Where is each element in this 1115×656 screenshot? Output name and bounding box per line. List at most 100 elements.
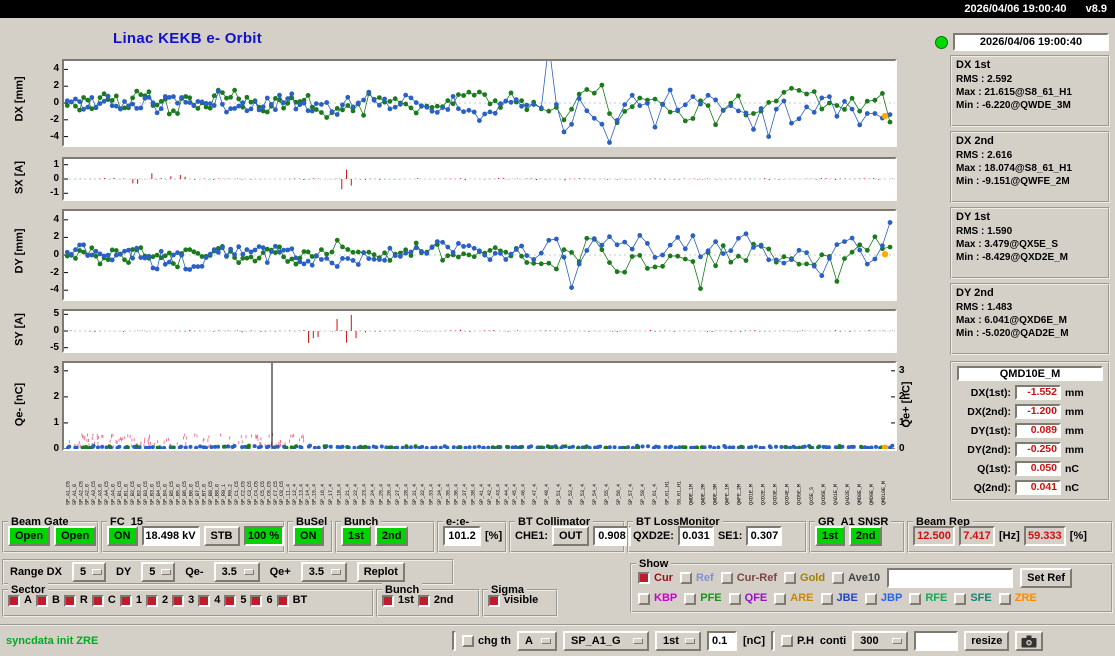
statusbar-resize-button[interactable]: resize xyxy=(964,631,1009,651)
show-cur-checkbox[interactable]: Cur xyxy=(638,572,673,585)
statusbar-snapshot-button[interactable] xyxy=(1015,631,1043,651)
monitor-panel: QMD10E_MDX(1st):-1.552mmDX(2nd):-1.200mm… xyxy=(950,361,1110,501)
sector-c-checkbox[interactable]: C xyxy=(92,594,116,607)
sector-a-checkbox[interactable]: A xyxy=(8,594,32,607)
svg-text:SP_B6_G: SP_B6_G xyxy=(189,484,195,505)
statusbar-bunch-select-dropdown[interactable]: 1st xyxy=(655,631,701,651)
bt-collimator-out-button[interactable]: OUT xyxy=(552,526,589,546)
show-set-ref-button[interactable]: Set Ref xyxy=(1020,568,1072,588)
app-root: 2026/04/06 19:00:40 v8.9 Linac KEKB e- O… xyxy=(0,0,1115,656)
svg-text:SP_B7_G: SP_B7_G xyxy=(201,484,207,505)
checkbox-indicator xyxy=(781,635,793,647)
svg-text:SP_A2_C5: SP_A2_C5 xyxy=(78,481,84,505)
show-gold-checkbox[interactable]: Gold xyxy=(784,572,825,585)
monitor-row-unit: mm xyxy=(1065,387,1084,399)
statusbar-chg-th-checkbox[interactable]: chg th xyxy=(462,635,511,648)
beam-gate-open-2-button[interactable]: Open xyxy=(54,526,96,546)
show-ref-input[interactable] xyxy=(887,568,1013,588)
sector-4-checkbox[interactable]: 4 xyxy=(198,594,220,607)
plot-q xyxy=(62,361,897,451)
show-jbp-checkbox[interactable]: JBP xyxy=(865,592,902,605)
fc15-on-button[interactable]: ON xyxy=(107,526,138,546)
checkbox-indicator xyxy=(277,595,289,607)
sector-b-checkbox[interactable]: B xyxy=(36,594,60,607)
checkbox-label: SFE xyxy=(970,592,991,605)
sigma-visible-checkbox[interactable]: visible xyxy=(488,594,538,607)
show-rfe-checkbox[interactable]: RFE xyxy=(909,592,947,605)
checkbox-indicator xyxy=(418,595,430,607)
show-are-checkbox[interactable]: ARE xyxy=(774,592,813,605)
sector-3-checkbox[interactable]: 3 xyxy=(172,594,194,607)
sector-bt-checkbox[interactable]: BT xyxy=(277,594,308,607)
range-range-dx-dropdown[interactable]: 5 xyxy=(72,562,106,582)
sector-2-checkbox[interactable]: 2 xyxy=(146,594,168,607)
beam-gate-open-1-button[interactable]: Open xyxy=(8,526,50,546)
busel-groupbox: BuSelON xyxy=(287,521,333,553)
ytick-dy: -4 xyxy=(40,284,59,296)
statusbar-interval-dropdown[interactable]: 300 xyxy=(852,631,908,651)
statusbar-sector-select-dropdown[interactable]: A xyxy=(517,631,557,651)
bunch-gate-2nd-button[interactable]: 2nd xyxy=(375,526,409,546)
show-pfe-checkbox[interactable]: PFE xyxy=(684,592,721,605)
statusbar-bpm-select-dropdown[interactable]: SP_A1_G xyxy=(563,631,649,651)
checkbox-label: JBP xyxy=(881,592,902,605)
sector-6-checkbox[interactable]: 6 xyxy=(250,594,272,607)
ytick-sx: 0 xyxy=(40,173,59,185)
bt-lossmonitor-se1-value: 0.307 xyxy=(746,526,782,546)
bunch-groupbox: Bunch1st2nd xyxy=(376,589,480,617)
fc15-stb-button[interactable]: STB xyxy=(204,526,240,546)
ytick-sy: -5 xyxy=(40,342,59,354)
dropdown-value: 5 xyxy=(149,566,155,578)
e-ratio-groupbox: e-:e-101.2[%] xyxy=(437,521,507,553)
svg-text:SP_C3_C5: SP_C3_C5 xyxy=(247,481,253,505)
busel-on-button[interactable]: ON xyxy=(293,526,324,546)
show-sfe-checkbox[interactable]: SFE xyxy=(954,592,991,605)
ytick-right-q: 2 xyxy=(899,391,917,403)
show-qfe-checkbox[interactable]: QFE xyxy=(729,592,768,605)
monitor-row-value: 0.089 xyxy=(1015,423,1061,438)
bunch-2nd-checkbox[interactable]: 2nd xyxy=(418,594,454,607)
sector-items: ABRC123456 BT xyxy=(8,594,370,607)
checkbox-indicator xyxy=(784,572,796,584)
svg-text:SP_32_4: SP_32_4 xyxy=(420,484,426,505)
range-range-qe-plus-dropdown[interactable]: 3.5 xyxy=(301,562,347,582)
svg-text:QAD1E_M: QAD1E_M xyxy=(833,484,839,505)
svg-text:SP_C2_C5: SP_C2_C5 xyxy=(240,481,246,505)
svg-text:SP_B4_C5: SP_B4_C5 xyxy=(156,481,162,505)
bunch-1st-checkbox[interactable]: 1st xyxy=(382,594,414,607)
show-zre-checkbox[interactable]: ZRE xyxy=(999,592,1037,605)
checkbox-label: Cur xyxy=(654,572,673,585)
sector-r-checkbox[interactable]: R xyxy=(64,594,88,607)
svg-text:SP_R0_2: SP_R0_2 xyxy=(227,484,233,505)
statusbar-aux-entry-input[interactable] xyxy=(914,631,958,651)
checkbox-indicator xyxy=(224,595,236,607)
gr-a1-snsr-2nd-button[interactable]: 2nd xyxy=(849,526,883,546)
svg-text:SP_47_4: SP_47_4 xyxy=(532,484,538,505)
e-ratio-x-label: [%] xyxy=(485,530,502,542)
show-kbp-checkbox[interactable]: KBP xyxy=(638,592,677,605)
dx-axis-label: DX [mm] xyxy=(14,82,27,122)
svg-text:SP_A3_G: SP_A3_G xyxy=(98,484,104,505)
stat-title: DX 1st xyxy=(956,59,1104,71)
dy-axis-label: DY [mm] xyxy=(14,234,27,274)
show-ave10-checkbox[interactable]: Ave10 xyxy=(832,572,880,585)
svg-text:SP_11_4: SP_11_4 xyxy=(286,484,292,505)
svg-text:SP_15_4: SP_15_4 xyxy=(312,484,318,505)
plot-dx xyxy=(62,59,897,147)
range-range-qe-minus-dropdown[interactable]: 3.5 xyxy=(214,562,260,582)
range-range-dy-dropdown[interactable]: 5 xyxy=(141,562,175,582)
statusbar-threshold-input[interactable] xyxy=(707,631,737,651)
sector-1-checkbox[interactable]: 1 xyxy=(120,594,142,607)
statusbar-p-h-checkbox[interactable]: P.H xyxy=(781,635,814,648)
show-ref-checkbox[interactable]: Ref xyxy=(680,572,714,585)
show-jbe-checkbox[interactable]: JBE xyxy=(821,592,858,605)
svg-text:SP_31_4: SP_31_4 xyxy=(412,484,418,505)
bt-lossmonitor-items: QXD2E:0.031SE1:0.307 xyxy=(633,526,803,546)
show-cur-ref-checkbox[interactable]: Cur-Ref xyxy=(721,572,777,585)
checkbox-label: 1st xyxy=(398,594,414,607)
sector-5-checkbox[interactable]: 5 xyxy=(224,594,246,607)
gr-a1-snsr-1st-button[interactable]: 1st xyxy=(815,526,845,546)
bunch-gate-1st-button[interactable]: 1st xyxy=(341,526,371,546)
range-replot-button[interactable]: Replot xyxy=(357,562,405,582)
plot-sx xyxy=(62,157,897,201)
